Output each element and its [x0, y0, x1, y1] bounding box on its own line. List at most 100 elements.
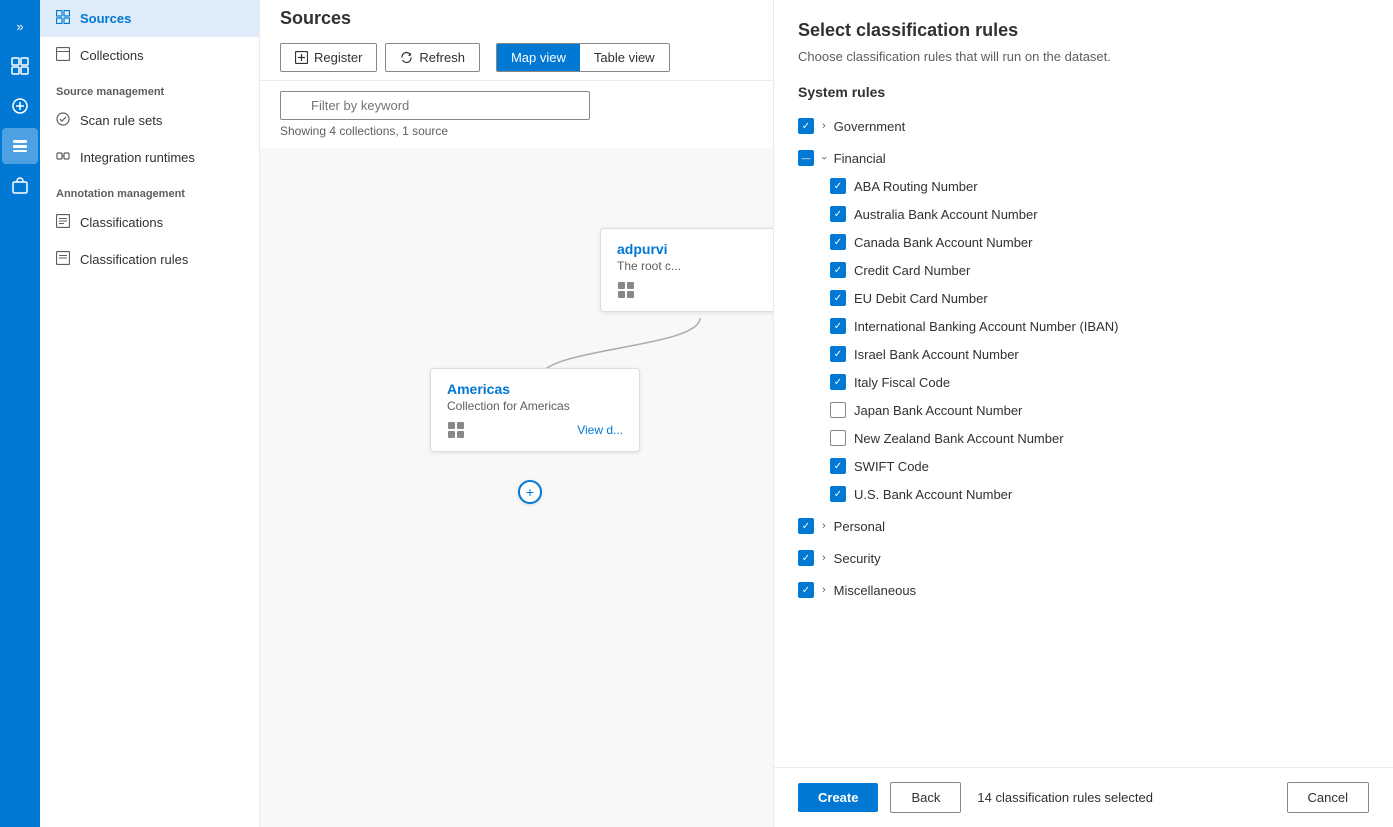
checkbox-us-bank[interactable]: [830, 486, 846, 502]
register-button[interactable]: Register: [280, 43, 377, 72]
sidebar-integration-label: Integration runtimes: [80, 150, 195, 165]
rule-item-italy: Italy Fiscal Code: [798, 368, 1369, 396]
management-rail-icon[interactable]: [2, 128, 38, 164]
rule-item-swift: SWIFT Code: [798, 452, 1369, 480]
card-title-americas: Americas: [447, 381, 623, 397]
map-area: adpurvi The root c... Americas Collectio…: [260, 148, 773, 827]
rule-group-header-security[interactable]: › Security: [798, 544, 1369, 572]
filter-input[interactable]: [280, 91, 590, 120]
rule-label-government: Government: [834, 119, 906, 134]
sidebar-item-classifications[interactable]: Classifications: [40, 204, 259, 241]
rule-label-financial: Financial: [834, 151, 886, 166]
rule-item-aba: ABA Routing Number: [798, 172, 1369, 200]
panel-subtitle: Choose classification rules that will ru…: [798, 49, 1369, 64]
checkbox-iban[interactable]: [830, 318, 846, 334]
filter-bar: ⊿ Showing 4 collections, 1 source: [260, 81, 773, 148]
rule-group-header-government[interactable]: › Government: [798, 112, 1369, 140]
sidebar-scan-rule-label: Scan rule sets: [80, 113, 162, 128]
create-button[interactable]: Create: [798, 783, 878, 812]
checkbox-italy[interactable]: [830, 374, 846, 390]
rule-group-personal: › Personal: [798, 512, 1369, 540]
annotation-management-label: Annotation management: [40, 176, 259, 204]
checkbox-swift[interactable]: [830, 458, 846, 474]
back-button[interactable]: Back: [890, 782, 961, 813]
page-header: Sources Register Refresh Map view Table …: [260, 0, 773, 81]
refresh-button[interactable]: Refresh: [385, 43, 480, 72]
filter-wrapper: ⊿: [280, 91, 590, 120]
rule-label-personal: Personal: [834, 519, 885, 534]
rule-group-miscellaneous: › Miscellaneous: [798, 576, 1369, 604]
system-rules-title: System rules: [798, 84, 1369, 100]
register-icon: [295, 51, 308, 64]
showing-label: Showing 4 collections, 1 source: [280, 124, 753, 138]
label-canada: Canada Bank Account Number: [854, 235, 1033, 250]
card-icons-americas: View d...: [447, 421, 623, 439]
card-view-link[interactable]: View d...: [577, 423, 623, 437]
label-us-bank: U.S. Bank Account Number: [854, 487, 1012, 502]
rule-item-japan: Japan Bank Account Number: [798, 396, 1369, 424]
cancel-button[interactable]: Cancel: [1287, 782, 1369, 813]
collection-card-adpurvi: adpurvi The root c...: [600, 228, 773, 312]
label-italy: Italy Fiscal Code: [854, 375, 950, 390]
toolbar: Register Refresh Map view Table view: [280, 35, 753, 80]
sources-icon: [56, 10, 70, 27]
collection-card-americas: Americas Collection for Americas View d.…: [430, 368, 640, 452]
label-credit-card: Credit Card Number: [854, 263, 970, 278]
add-collection-button[interactable]: +: [518, 480, 542, 504]
map-view-button[interactable]: Map view: [497, 44, 580, 71]
grid-small-icon: [447, 421, 465, 439]
checkbox-aba[interactable]: [830, 178, 846, 194]
checkbox-financial[interactable]: [798, 150, 814, 166]
checkbox-israel[interactable]: [830, 346, 846, 362]
sidebar-item-scan-rule-sets[interactable]: Scan rule sets: [40, 102, 259, 139]
rule-item-eu-debit: EU Debit Card Number: [798, 284, 1369, 312]
right-panel-body: Select classification rules Choose class…: [774, 0, 1393, 767]
checkbox-australia[interactable]: [830, 206, 846, 222]
view-toggle: Map view Table view: [496, 43, 670, 72]
checkbox-security[interactable]: [798, 550, 814, 566]
checkbox-canada[interactable]: [830, 234, 846, 250]
checkbox-japan[interactable]: [830, 402, 846, 418]
catalog-rail-icon[interactable]: [2, 88, 38, 124]
label-japan: Japan Bank Account Number: [854, 403, 1022, 418]
rule-group-government: › Government: [798, 112, 1369, 140]
rule-item-australia: Australia Bank Account Number: [798, 200, 1369, 228]
checkbox-eu-debit[interactable]: [830, 290, 846, 306]
classification-rules-icon: [56, 251, 70, 268]
panel-footer: Create Back 14 classification rules sele…: [774, 767, 1393, 827]
label-australia: Australia Bank Account Number: [854, 207, 1038, 222]
checkbox-miscellaneous[interactable]: [798, 582, 814, 598]
expand-icon[interactable]: »: [2, 8, 38, 44]
chevron-security: ›: [822, 552, 826, 564]
collections-icon: [56, 47, 70, 64]
checkbox-credit-card[interactable]: [830, 262, 846, 278]
checkbox-government[interactable]: [798, 118, 814, 134]
sidebar-item-collections[interactable]: Collections: [40, 37, 259, 74]
sources-rail-icon[interactable]: [2, 48, 38, 84]
sidebar-item-integration-runtimes[interactable]: Integration runtimes: [40, 139, 259, 176]
table-view-button[interactable]: Table view: [580, 44, 669, 71]
checkbox-nz[interactable]: [830, 430, 846, 446]
right-panel: Select classification rules Choose class…: [773, 0, 1393, 827]
chevron-financial: ›: [818, 156, 830, 160]
rule-group-security: › Security: [798, 544, 1369, 572]
rule-group-header-miscellaneous[interactable]: › Miscellaneous: [798, 576, 1369, 604]
sidebar-item-sources[interactable]: Sources: [40, 0, 259, 37]
rule-item-nz: New Zealand Bank Account Number: [798, 424, 1369, 452]
label-iban: International Banking Account Number (IB…: [854, 319, 1118, 334]
label-swift: SWIFT Code: [854, 459, 929, 474]
classifications-icon: [56, 214, 70, 231]
sidebar-item-classification-rules[interactable]: Classification rules: [40, 241, 259, 278]
main-content: Sources Register Refresh Map view Table …: [260, 0, 773, 827]
rule-group-financial: › Financial ABA Routing Number Australia…: [798, 144, 1369, 508]
rule-item-iban: International Banking Account Number (IB…: [798, 312, 1369, 340]
rule-item-israel: Israel Bank Account Number: [798, 340, 1369, 368]
card-title-adpurvi: adpurvi: [617, 241, 773, 257]
sidebar-classifications-label: Classifications: [80, 215, 163, 230]
briefcase-rail-icon[interactable]: [2, 168, 38, 204]
rule-group-header-personal[interactable]: › Personal: [798, 512, 1369, 540]
rule-group-header-financial[interactable]: › Financial: [798, 144, 1369, 172]
checkbox-personal[interactable]: [798, 518, 814, 534]
grid-icon: [617, 281, 635, 299]
rule-label-security: Security: [834, 551, 881, 566]
